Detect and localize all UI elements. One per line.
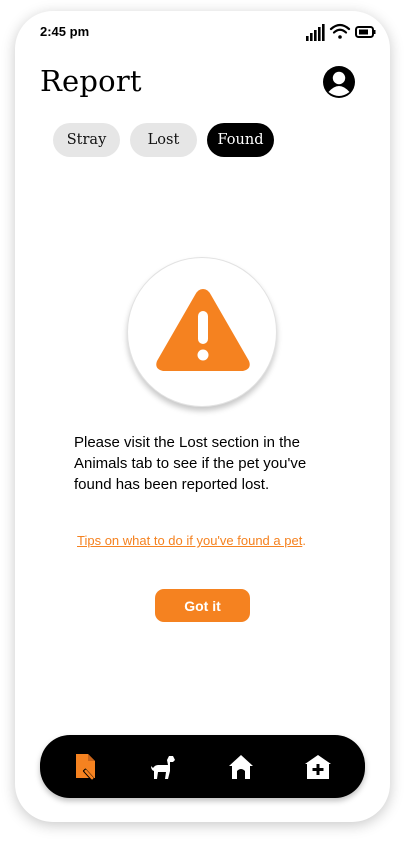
page-title: Report xyxy=(40,64,142,98)
tab-found[interactable]: Found xyxy=(207,123,274,157)
dog-icon xyxy=(151,756,175,779)
tips-link[interactable]: Tips on what to do if you've found a pet xyxy=(77,533,302,548)
tab-lost[interactable]: Lost xyxy=(130,123,197,157)
nav-home[interactable] xyxy=(223,749,259,785)
tab-stray[interactable]: Stray xyxy=(53,123,120,157)
nav-shelter[interactable] xyxy=(300,749,336,785)
got-it-button[interactable]: Got it xyxy=(155,589,250,622)
bottom-nav xyxy=(40,735,365,798)
battery-icon xyxy=(355,26,376,38)
warning-icon xyxy=(156,289,250,371)
nav-animals[interactable] xyxy=(145,749,181,785)
warning-badge xyxy=(127,257,277,407)
shelter-icon xyxy=(305,755,331,779)
nav-report[interactable] xyxy=(68,749,104,785)
report-icon xyxy=(76,754,95,781)
profile-button[interactable] xyxy=(322,65,356,99)
wifi-icon xyxy=(329,23,351,39)
tips-line: Tips on what to do if you've found a pet… xyxy=(77,533,306,548)
profile-icon xyxy=(323,66,355,98)
tips-period: . xyxy=(302,533,306,548)
signal-icon xyxy=(306,24,325,41)
home-icon xyxy=(229,755,253,779)
status-icons xyxy=(306,23,376,41)
status-time: 2:45 pm xyxy=(40,24,90,39)
info-message: Please visit the Lost section in the Ani… xyxy=(74,434,307,493)
